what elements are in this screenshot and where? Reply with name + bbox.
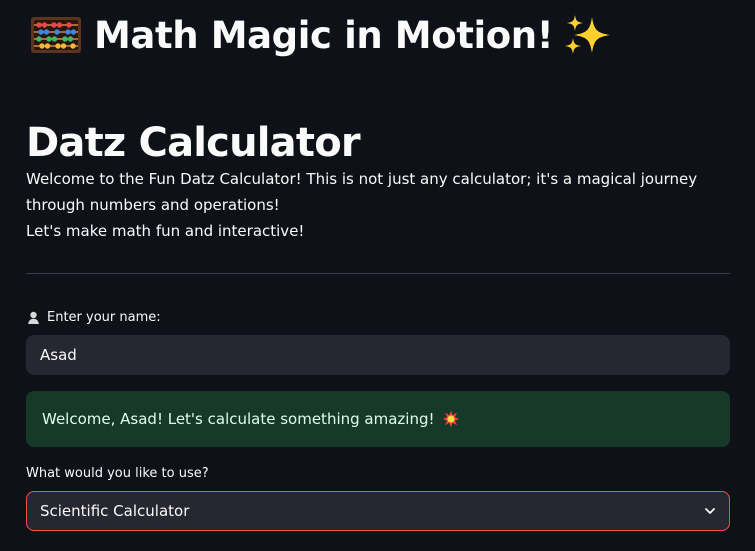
calculator-type-select[interactable]: Scientific Calculator <box>26 491 730 531</box>
abacus-icon <box>31 17 81 53</box>
chevron-down-icon <box>705 508 715 514</box>
intro-line-2: Let's make math fun and interactive! <box>26 222 305 240</box>
person-icon <box>28 311 39 324</box>
welcome-message-text: Welcome, Asad! Let's calculate something… <box>42 410 435 428</box>
name-input[interactable] <box>26 335 730 375</box>
welcome-message: Welcome, Asad! Let's calculate something… <box>26 391 730 447</box>
intro-line-1: Welcome to the Fun Datz Calculator! This… <box>26 170 698 214</box>
intro-text: Welcome to the Fun Datz Calculator! This… <box>26 166 726 244</box>
page-title: Datz Calculator <box>26 119 361 166</box>
name-field-label: Enter your name: <box>26 310 161 325</box>
name-field-label-text: Enter your name: <box>47 310 161 325</box>
sparkles-icon <box>565 15 611 54</box>
section-divider <box>26 273 730 274</box>
mode-select-label: What would you like to use? <box>26 466 209 481</box>
app-title: Math Magic in Motion! <box>94 13 554 57</box>
app-page: Math Magic in Motion! Datz Calculator We… <box>0 0 755 551</box>
app-header: Math Magic in Motion! <box>30 6 613 64</box>
selected-calculator-type: Scientific Calculator <box>40 502 190 520</box>
boom-icon <box>442 410 459 428</box>
